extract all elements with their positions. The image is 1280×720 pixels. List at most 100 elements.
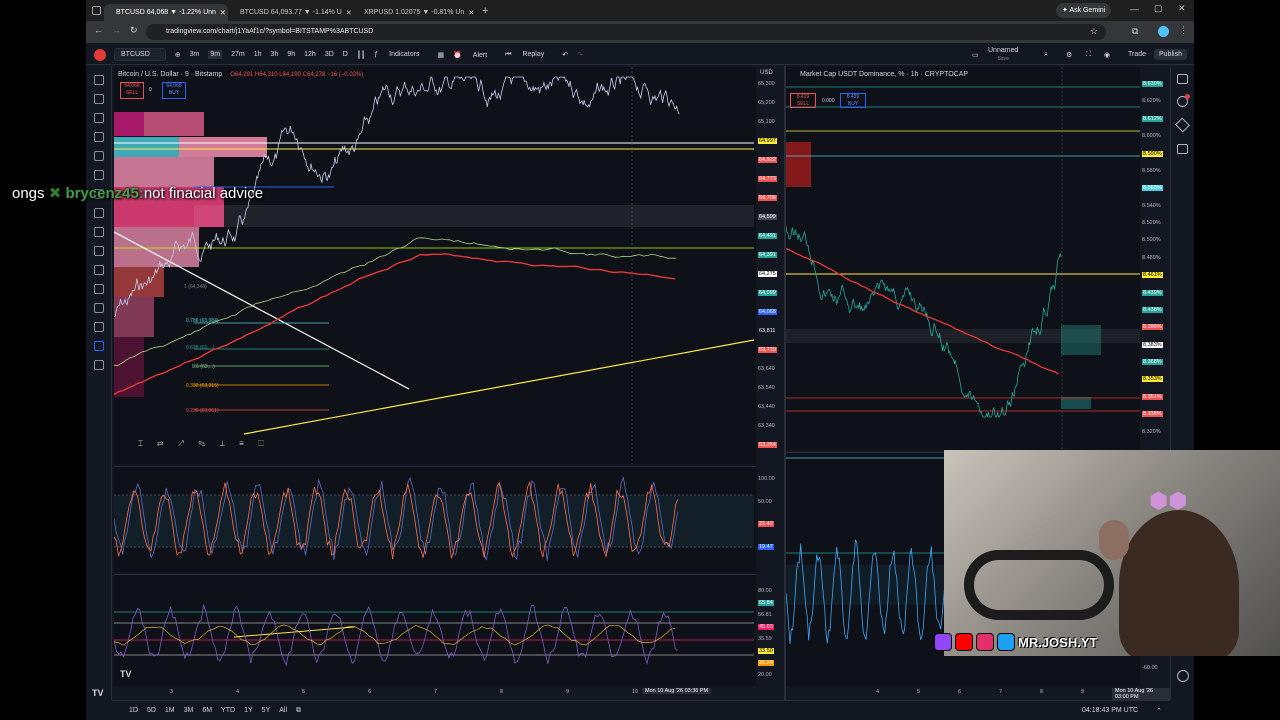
chart-title-row: Bitcoin / U.S. Dollar · 9 · Bitstamp O64… (118, 71, 363, 78)
cursor-icon[interactable] (93, 75, 104, 85)
trendline-icon[interactable] (93, 94, 104, 104)
layers-icon[interactable] (1175, 117, 1190, 133)
redo-icon[interactable]: ↷ (577, 51, 583, 59)
forward-icon[interactable]: → (112, 25, 121, 35)
range-all[interactable]: All (279, 707, 287, 714)
emoji-icon[interactable] (93, 208, 104, 218)
btc-oscillator-1[interactable] (114, 466, 784, 572)
undo-icon[interactable]: ↶ (562, 51, 568, 59)
interval-12h[interactable]: 12h (304, 51, 316, 58)
range-5y[interactable]: 5Y (262, 707, 271, 714)
reload-icon[interactable]: ↻ (130, 25, 138, 36)
alert-button[interactable]: ⏰ Alert (453, 51, 496, 59)
url-field[interactable]: tradingview.com/chart/j1YaAf1c/?symbol=B… (146, 24, 1106, 40)
interval-3d[interactable]: 3D (325, 51, 334, 58)
new-tab-icon[interactable]: + (482, 5, 488, 17)
zoom-icon[interactable] (93, 246, 104, 256)
tradingview-logo-icon: TV (92, 688, 104, 698)
layout-name-button[interactable]: Unnamed Save (988, 47, 1027, 63)
candles-icon[interactable]: ┃┃ (357, 51, 365, 59)
price-axis-label: 33.50 (758, 648, 774, 654)
menu-dots-icon[interactable]: ⋮ (1179, 25, 1188, 36)
help-icon[interactable] (1177, 670, 1189, 682)
brush-icon[interactable] (93, 170, 104, 180)
interval-3m[interactable]: 3m (190, 51, 200, 58)
tab-label: BTCUSD 64,068 ▼ -1.22% Unn (116, 9, 216, 16)
zone-box (194, 205, 754, 227)
oscillator-2-axis: 80.00 65.84 56.81 45.03 35.59 33.50 26.24 20.00 (756, 574, 784, 686)
indicators-button[interactable]: ƒ Indicators (374, 51, 428, 58)
trendline-yellow (243, 339, 755, 435)
utc-clock[interactable]: 04:18:43 PM UTC (1082, 707, 1138, 714)
link-icon[interactable] (93, 341, 104, 351)
btc-oscillator-2[interactable]: TV (114, 574, 784, 686)
tab-btcusd-1[interactable]: BTCUSD 64,068 ▼ -1.22% Unn ✕ (104, 4, 228, 21)
watchlist-icon[interactable] (1177, 74, 1188, 84)
tab-xrpusd[interactable]: XRPUSD 1.02075 ▼ -0.81% Un ✕ (352, 4, 476, 21)
range-6m[interactable]: 6M (202, 707, 212, 714)
right-sell-button[interactable]: 8.439 SELL (790, 93, 816, 108)
tab-search-icon[interactable] (92, 6, 101, 15)
publish-button[interactable]: Publish (1154, 49, 1187, 60)
btc-time-axis[interactable]: 3 4 5 6 7 8 9 10 Mon 10 Aug '26 03:36 PM (114, 686, 784, 700)
ruler-icon[interactable] (93, 227, 104, 237)
right-buy-button[interactable]: 8.439 BUY (840, 93, 866, 108)
prediction-icon[interactable] (93, 151, 104, 161)
interval-27m[interactable]: 27m (231, 51, 245, 58)
expand-icon[interactable]: ⌃ (1156, 707, 1162, 715)
templates-icon[interactable]: ▦ (437, 51, 444, 59)
price-axis-label: 65,100 (758, 119, 775, 125)
range-ytd[interactable]: YTD (221, 707, 235, 714)
range-3m[interactable]: 3M (184, 707, 194, 714)
range-5d[interactable]: 5D (147, 707, 156, 714)
interval-9h[interactable]: 9h (287, 51, 295, 58)
interval-3h[interactable]: 3h (271, 51, 279, 58)
ask-gemini-button[interactable]: ✦ Ask Gemini (1056, 3, 1112, 18)
buy-button[interactable]: 64,068 BUY (162, 82, 186, 99)
range-1y[interactable]: 1Y (244, 707, 253, 714)
user-avatar[interactable] (94, 48, 106, 61)
minimize-icon[interactable]: — (1130, 4, 1139, 14)
tab-btcusd-2[interactable]: BTCUSD 64,093.77 ▼ -1.14% U ✕ (228, 4, 352, 21)
interval-9m[interactable]: 9m (208, 50, 223, 59)
settings-gear-icon[interactable]: ⚙ (1066, 51, 1072, 59)
back-icon[interactable]: ← (94, 25, 103, 35)
trade-button[interactable]: Trade (1128, 51, 1146, 58)
range-1m[interactable]: 1M (165, 707, 175, 714)
quick-search-icon[interactable]: ⌕ (1044, 51, 1048, 59)
usdt-time-axis[interactable]: 45678912Mon 10 Aug '26 03:00 PM (786, 686, 1170, 700)
btc-price-axis[interactable]: USD 65,300 65,200 65,100 64,997 64,922 64,773… (756, 67, 784, 464)
fib-icon[interactable] (93, 113, 104, 123)
lock-icon[interactable] (93, 303, 104, 313)
trash-icon[interactable] (93, 360, 104, 370)
eye-icon[interactable] (93, 322, 104, 332)
close-icon[interactable]: ✕ (220, 9, 226, 17)
range-1d[interactable]: 1D (129, 707, 138, 714)
plus-icon[interactable]: ⊕ (175, 51, 181, 59)
close-icon[interactable]: ✕ (346, 9, 352, 17)
time-axis-label: 8 (1040, 689, 1044, 695)
interval-d[interactable]: D (343, 51, 348, 58)
extensions-icon[interactable]: ⧉ (1132, 26, 1138, 37)
maximize-icon[interactable]: ▢ (1154, 3, 1163, 14)
close-icon[interactable]: ✕ (468, 9, 474, 17)
usdt-dominance-pane[interactable]: Market Cap USDT Dominance, % · 1h · CRYP… (786, 67, 1140, 450)
interval-1h[interactable]: 1h (254, 51, 262, 58)
date-range-icon[interactable]: ⧉ (296, 707, 301, 715)
bookmark-star-icon[interactable]: ☆ (1090, 26, 1098, 37)
usdt-price-axis[interactable]: 8.630% 8.620% 8.612% 8.600% 8.590% 8.580% 8.56… (1140, 67, 1170, 450)
btc-price-pane[interactable]: 1 (64,348) 0.786 (63,984) 0.618 (63,...)… (114, 67, 784, 464)
close-window-icon[interactable]: ✕ (1178, 3, 1186, 14)
sell-button[interactable]: 64,068 SELL (120, 82, 144, 99)
profile-avatar[interactable] (1158, 26, 1169, 37)
layout-select-icon[interactable]: ▭ (972, 51, 979, 59)
drawing-floating-toolbar[interactable]: ⌶ ⇄ ↗ ✎ ⊥ ≡ ⬚ (138, 439, 288, 453)
fullscreen-icon[interactable]: ⛶ (1086, 51, 1091, 59)
chat-icon[interactable] (1177, 144, 1188, 154)
symbol-search[interactable]: BTCUSD (114, 48, 166, 61)
pattern-icon[interactable] (93, 132, 104, 142)
replay-button[interactable]: ⏮ Replay (505, 51, 553, 59)
lock-drawing-icon[interactable] (93, 284, 104, 294)
magnet-icon[interactable] (93, 265, 104, 275)
camera-icon[interactable]: ◉ (1104, 51, 1110, 59)
